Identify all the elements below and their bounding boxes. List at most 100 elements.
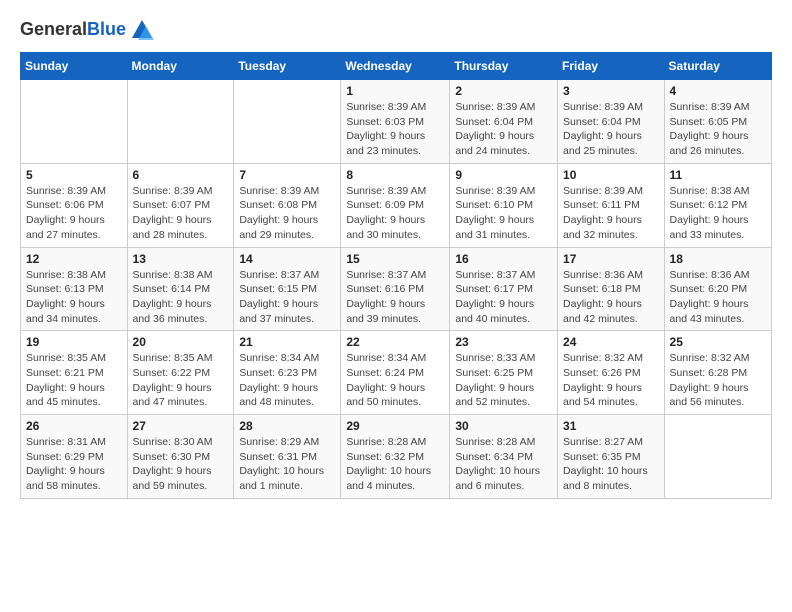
day-detail: Sunrise: 8:39 AM Sunset: 6:05 PM Dayligh… [670, 100, 766, 159]
day-number: 27 [133, 419, 229, 433]
day-number: 16 [455, 252, 552, 266]
day-cell: 9 Sunrise: 8:39 AM Sunset: 6:10 PM Daylig… [450, 163, 558, 247]
header: GeneralBlue [20, 16, 772, 44]
day-cell: 20 Sunrise: 8:35 AM Sunset: 6:22 PM Dayli… [127, 331, 234, 415]
day-cell: 21 Sunrise: 8:34 AM Sunset: 6:23 PM Dayli… [234, 331, 341, 415]
day-cell: 1 Sunrise: 8:39 AM Sunset: 6:03 PM Daylig… [341, 80, 450, 164]
day-detail: Sunrise: 8:39 AM Sunset: 6:09 PM Dayligh… [346, 184, 444, 243]
day-cell: 17 Sunrise: 8:36 AM Sunset: 6:18 PM Dayli… [558, 247, 665, 331]
day-number: 13 [133, 252, 229, 266]
day-detail: Sunrise: 8:39 AM Sunset: 6:10 PM Dayligh… [455, 184, 552, 243]
day-detail: Sunrise: 8:39 AM Sunset: 6:03 PM Dayligh… [346, 100, 444, 159]
day-cell: 6 Sunrise: 8:39 AM Sunset: 6:07 PM Daylig… [127, 163, 234, 247]
day-number: 7 [239, 168, 335, 182]
day-number: 24 [563, 335, 659, 349]
weekday-header-row: SundayMondayTuesdayWednesdayThursdayFrid… [21, 53, 772, 80]
weekday-header-sunday: Sunday [21, 53, 128, 80]
day-detail: Sunrise: 8:39 AM Sunset: 6:08 PM Dayligh… [239, 184, 335, 243]
weekday-header-friday: Friday [558, 53, 665, 80]
day-number: 21 [239, 335, 335, 349]
day-cell: 29 Sunrise: 8:28 AM Sunset: 6:32 PM Dayli… [341, 415, 450, 499]
day-number: 3 [563, 84, 659, 98]
day-detail: Sunrise: 8:37 AM Sunset: 6:17 PM Dayligh… [455, 268, 552, 327]
day-number: 31 [563, 419, 659, 433]
day-number: 10 [563, 168, 659, 182]
day-detail: Sunrise: 8:39 AM Sunset: 6:07 PM Dayligh… [133, 184, 229, 243]
day-cell: 25 Sunrise: 8:32 AM Sunset: 6:28 PM Dayli… [664, 331, 771, 415]
weekday-header-saturday: Saturday [664, 53, 771, 80]
logo-icon [128, 16, 156, 44]
day-number: 9 [455, 168, 552, 182]
day-detail: Sunrise: 8:36 AM Sunset: 6:18 PM Dayligh… [563, 268, 659, 327]
day-cell: 30Sunrise: 8:28 AM Sunset: 6:34 PM Dayli… [450, 415, 558, 499]
day-number: 6 [133, 168, 229, 182]
day-detail: Sunrise: 8:35 AM Sunset: 6:21 PM Dayligh… [26, 351, 122, 410]
day-cell: 15Sunrise: 8:37 AM Sunset: 6:16 PM Dayli… [341, 247, 450, 331]
day-cell: 4Sunrise: 8:39 AM Sunset: 6:05 PM Daylig… [664, 80, 771, 164]
day-cell: 31Sunrise: 8:27 AM Sunset: 6:35 PM Dayli… [558, 415, 665, 499]
day-number: 22 [346, 335, 444, 349]
day-cell: 24Sunrise: 8:32 AM Sunset: 6:26 PM Dayli… [558, 331, 665, 415]
day-detail: Sunrise: 8:36 AM Sunset: 6:20 PM Dayligh… [670, 268, 766, 327]
day-cell [234, 80, 341, 164]
day-cell: 14 Sunrise: 8:37 AM Sunset: 6:15 PM Dayli… [234, 247, 341, 331]
day-number: 2 [455, 84, 552, 98]
day-cell [21, 80, 128, 164]
day-cell: 27Sunrise: 8:30 AM Sunset: 6:30 PM Dayli… [127, 415, 234, 499]
day-number: 12 [26, 252, 122, 266]
day-cell: 13Sunrise: 8:38 AM Sunset: 6:14 PM Dayli… [127, 247, 234, 331]
day-number: 14 [239, 252, 335, 266]
day-detail: Sunrise: 8:34 AM Sunset: 6:24 PM Dayligh… [346, 351, 444, 410]
weekday-header-monday: Monday [127, 53, 234, 80]
day-detail: Sunrise: 8:39 AM Sunset: 6:06 PM Dayligh… [26, 184, 122, 243]
day-cell: 7 Sunrise: 8:39 AM Sunset: 6:08 PM Daylig… [234, 163, 341, 247]
week-row-0: 1 Sunrise: 8:39 AM Sunset: 6:03 PM Daylig… [21, 80, 772, 164]
day-cell: 2 Sunrise: 8:39 AM Sunset: 6:04 PM Daylig… [450, 80, 558, 164]
day-number: 30 [455, 419, 552, 433]
day-detail: Sunrise: 8:37 AM Sunset: 6:16 PM Dayligh… [346, 268, 444, 327]
day-number: 17 [563, 252, 659, 266]
day-cell: 3 Sunrise: 8:39 AM Sunset: 6:04 PM Daylig… [558, 80, 665, 164]
day-cell: 18 Sunrise: 8:36 AM Sunset: 6:20 PM Dayli… [664, 247, 771, 331]
day-detail: Sunrise: 8:39 AM Sunset: 6:04 PM Dayligh… [563, 100, 659, 159]
weekday-header-tuesday: Tuesday [234, 53, 341, 80]
day-cell: 28Sunrise: 8:29 AM Sunset: 6:31 PM Dayli… [234, 415, 341, 499]
day-cell: 10 Sunrise: 8:39 AM Sunset: 6:11 PM Dayli… [558, 163, 665, 247]
day-number: 23 [455, 335, 552, 349]
day-number: 1 [346, 84, 444, 98]
day-detail: Sunrise: 8:31 AM Sunset: 6:29 PM Dayligh… [26, 435, 122, 494]
day-number: 25 [670, 335, 766, 349]
day-detail: Sunrise: 8:38 AM Sunset: 6:12 PM Dayligh… [670, 184, 766, 243]
logo: GeneralBlue [20, 16, 156, 44]
day-number: 29 [346, 419, 444, 433]
day-cell: 19 Sunrise: 8:35 AM Sunset: 6:21 PM Dayli… [21, 331, 128, 415]
day-detail: Sunrise: 8:28 AM Sunset: 6:32 PM Dayligh… [346, 435, 444, 494]
day-detail: Sunrise: 8:29 AM Sunset: 6:31 PM Dayligh… [239, 435, 335, 494]
day-detail: Sunrise: 8:35 AM Sunset: 6:22 PM Dayligh… [133, 351, 229, 410]
weekday-header-thursday: Thursday [450, 53, 558, 80]
day-cell: 8 Sunrise: 8:39 AM Sunset: 6:09 PM Daylig… [341, 163, 450, 247]
week-row-3: 19 Sunrise: 8:35 AM Sunset: 6:21 PM Dayli… [21, 331, 772, 415]
day-detail: Sunrise: 8:32 AM Sunset: 6:28 PM Dayligh… [670, 351, 766, 410]
day-number: 20 [133, 335, 229, 349]
day-detail: Sunrise: 8:39 AM Sunset: 6:04 PM Dayligh… [455, 100, 552, 159]
day-number: 19 [26, 335, 122, 349]
day-number: 18 [670, 252, 766, 266]
day-cell: 12Sunrise: 8:38 AM Sunset: 6:13 PM Dayli… [21, 247, 128, 331]
day-detail: Sunrise: 8:34 AM Sunset: 6:23 PM Dayligh… [239, 351, 335, 410]
week-row-4: 26 Sunrise: 8:31 AM Sunset: 6:29 PM Dayli… [21, 415, 772, 499]
day-detail: Sunrise: 8:37 AM Sunset: 6:15 PM Dayligh… [239, 268, 335, 327]
day-cell [127, 80, 234, 164]
week-row-2: 12Sunrise: 8:38 AM Sunset: 6:13 PM Dayli… [21, 247, 772, 331]
day-cell: 26 Sunrise: 8:31 AM Sunset: 6:29 PM Dayli… [21, 415, 128, 499]
week-row-1: 5 Sunrise: 8:39 AM Sunset: 6:06 PM Daylig… [21, 163, 772, 247]
day-cell: 16 Sunrise: 8:37 AM Sunset: 6:17 PM Dayli… [450, 247, 558, 331]
day-number: 26 [26, 419, 122, 433]
day-detail: Sunrise: 8:39 AM Sunset: 6:11 PM Dayligh… [563, 184, 659, 243]
logo-text: GeneralBlue [20, 20, 126, 40]
day-cell: 23Sunrise: 8:33 AM Sunset: 6:25 PM Dayli… [450, 331, 558, 415]
day-number: 8 [346, 168, 444, 182]
day-number: 5 [26, 168, 122, 182]
day-number: 11 [670, 168, 766, 182]
calendar-table: SundayMondayTuesdayWednesdayThursdayFrid… [20, 52, 772, 499]
